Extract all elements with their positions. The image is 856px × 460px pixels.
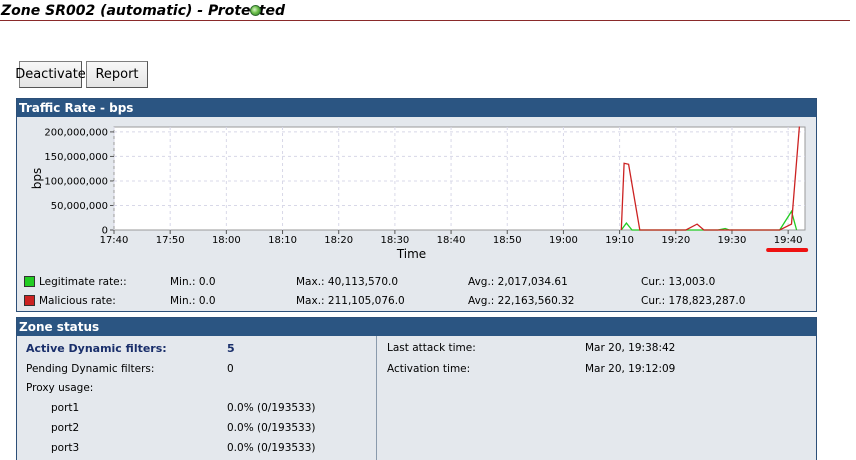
- legend-cur: Cur.: 13,003.0: [641, 276, 716, 288]
- legend-max: Max.: 211,105,076.0: [296, 295, 405, 307]
- pending-filters-label: Pending Dynamic filters:: [26, 363, 155, 375]
- y-axis-label: bps: [30, 168, 44, 190]
- legend-cur: Cur.: 178,823,287.0: [641, 295, 746, 307]
- report-button[interactable]: Report: [86, 61, 148, 88]
- legend-avg: Avg.: 22,163,560.32: [468, 295, 575, 307]
- legend-min: Min.: 0.0: [170, 276, 216, 288]
- x-tick-label: 18:50: [493, 235, 522, 246]
- zone-status-body: Active Dynamic filters: 5 Pending Dynami…: [17, 336, 816, 460]
- port-name: port1: [51, 402, 80, 414]
- activation-value: Mar 20, 19:12:09: [585, 363, 676, 375]
- legend-label: Legitimate rate::: [39, 276, 127, 288]
- last-attack-label: Last attack time:: [387, 342, 476, 354]
- plot-area: [113, 126, 806, 231]
- proxy-usage-label: Proxy usage:: [26, 382, 94, 394]
- traffic-chart-svg: 050,000,000100,000,000150,000,000200,000…: [30, 126, 809, 261]
- x-tick-label: 18:00: [212, 235, 241, 246]
- legitimate-swatch: [24, 276, 35, 287]
- x-tick-label: 18:40: [437, 235, 466, 246]
- x-tick-label: 19:20: [661, 235, 690, 246]
- y-tick-label: 150,000,000: [44, 152, 108, 163]
- traffic-rate-panel: Traffic Rate - bps 0 50,000,000 100,000,00…: [16, 98, 817, 312]
- legend-label: Malicious rate:: [39, 295, 116, 307]
- page-title: Zone SR002 (automatic) - Protected: [1, 3, 286, 19]
- port-name: port2: [51, 422, 80, 434]
- x-tick-label: 19:00: [549, 235, 578, 246]
- port-value: 0.0% (0/193533): [227, 422, 316, 434]
- title-bar: Zone SR002 (automatic) - Protected: [0, 0, 850, 21]
- legend-malicious: Malicious rate: Min.: 0.0 Max.: 211,105,…: [17, 293, 816, 309]
- active-filters-value[interactable]: 5: [227, 342, 235, 355]
- zone-divider: [376, 336, 377, 460]
- legend-avg: Avg.: 2,017,034.61: [468, 276, 568, 288]
- x-tick-label: 19:40: [774, 235, 803, 246]
- zone-panel-title: Zone status: [17, 318, 816, 336]
- x-tick-label: 18:30: [380, 235, 409, 246]
- last-attack-value: Mar 20, 19:38:42: [585, 342, 676, 354]
- active-filters-label: Active Dynamic filters:: [26, 342, 167, 355]
- zone-status-panel: Zone status Active Dynamic filters: 5 Pe…: [16, 317, 817, 460]
- x-tick-label: 17:40: [100, 235, 129, 246]
- status-green-dot-icon: [250, 5, 261, 16]
- port-value: 0.0% (0/193533): [227, 442, 316, 454]
- traffic-chart: 0 50,000,000 100,000,000 150,000,000 200,000…: [17, 117, 816, 267]
- y-tick-label: 100,000,000: [44, 176, 108, 187]
- y-tick-label: 200,000,000: [44, 127, 108, 138]
- x-tick-label: 18:10: [268, 235, 297, 246]
- legend-min: Min.: 0.0: [170, 295, 216, 307]
- deactivate-button[interactable]: Deactivate: [15, 61, 86, 88]
- x-axis-label: Time: [396, 247, 426, 261]
- pending-filters-value: 0: [227, 363, 234, 375]
- port-value: 0.0% (0/193533): [227, 402, 316, 414]
- traffic-panel-title: Traffic Rate - bps: [17, 99, 816, 117]
- legend-max: Max.: 40,113,570.0: [296, 276, 399, 288]
- y-tick-label: 50,000,000: [51, 201, 108, 212]
- port-name: port3: [51, 442, 80, 454]
- x-tick-label: 19:30: [718, 235, 747, 246]
- malicious-swatch: [24, 295, 35, 306]
- activation-label: Activation time:: [387, 363, 471, 375]
- x-tick-label: 18:20: [324, 235, 353, 246]
- x-tick-label: 17:50: [156, 235, 185, 246]
- legend-legitimate: Legitimate rate:: Min.: 0.0 Max.: 40,113…: [17, 274, 816, 290]
- x-tick-label: 19:10: [605, 235, 634, 246]
